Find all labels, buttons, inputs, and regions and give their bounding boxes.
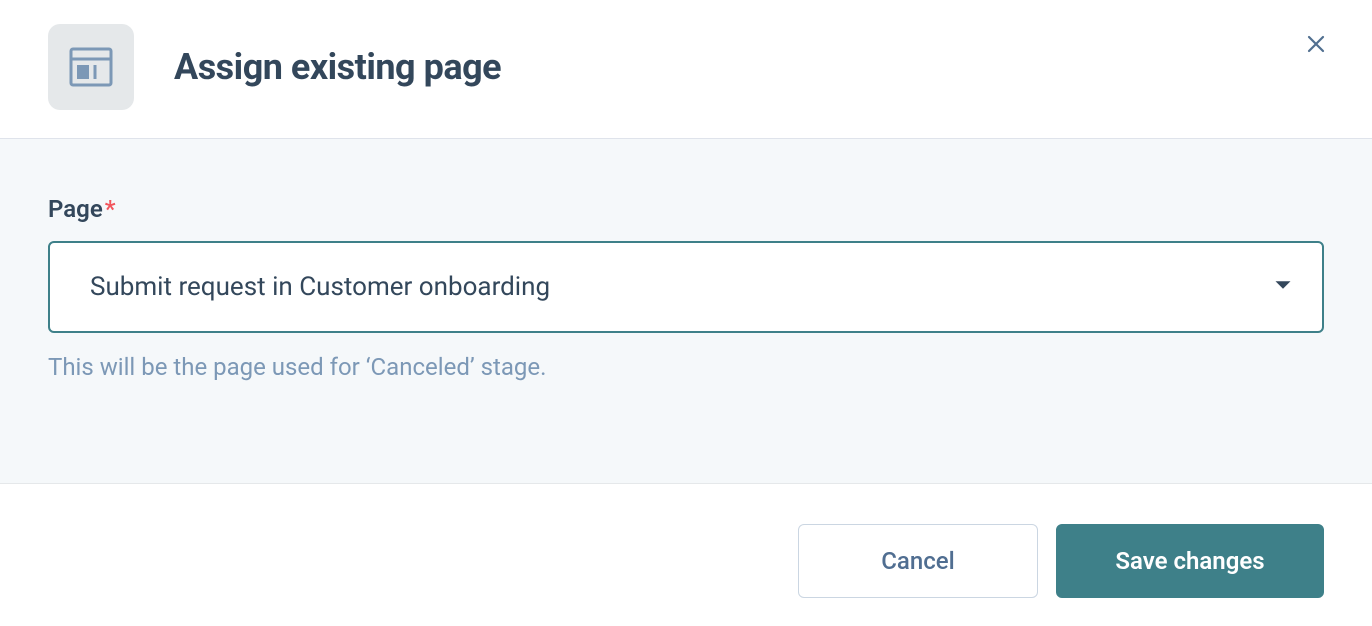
- page-layout-icon: [48, 24, 134, 110]
- page-select[interactable]: Submit request in Customer onboarding: [48, 241, 1324, 333]
- assign-page-modal: Assign existing page Page* Submit reques…: [0, 0, 1372, 626]
- modal-header: Assign existing page: [0, 0, 1372, 138]
- close-button[interactable]: [1300, 28, 1332, 60]
- page-help-text: This will be the page used for ‘Canceled…: [48, 353, 1324, 381]
- save-changes-button[interactable]: Save changes: [1056, 524, 1324, 598]
- cancel-button[interactable]: Cancel: [798, 524, 1038, 598]
- modal-body: Page* Submit request in Customer onboard…: [0, 138, 1372, 484]
- modal-footer: Cancel Save changes: [0, 484, 1372, 626]
- page-label-text: Page: [48, 195, 103, 223]
- required-asterisk: *: [105, 195, 116, 223]
- page-field-label: Page*: [48, 195, 116, 223]
- page-field-group: Page* Submit request in Customer onboard…: [48, 195, 1324, 381]
- page-select-value: Submit request in Customer onboarding: [90, 272, 550, 302]
- close-icon: [1304, 32, 1328, 56]
- modal-title: Assign existing page: [174, 46, 501, 88]
- page-select-wrapper: Submit request in Customer onboarding: [48, 241, 1324, 333]
